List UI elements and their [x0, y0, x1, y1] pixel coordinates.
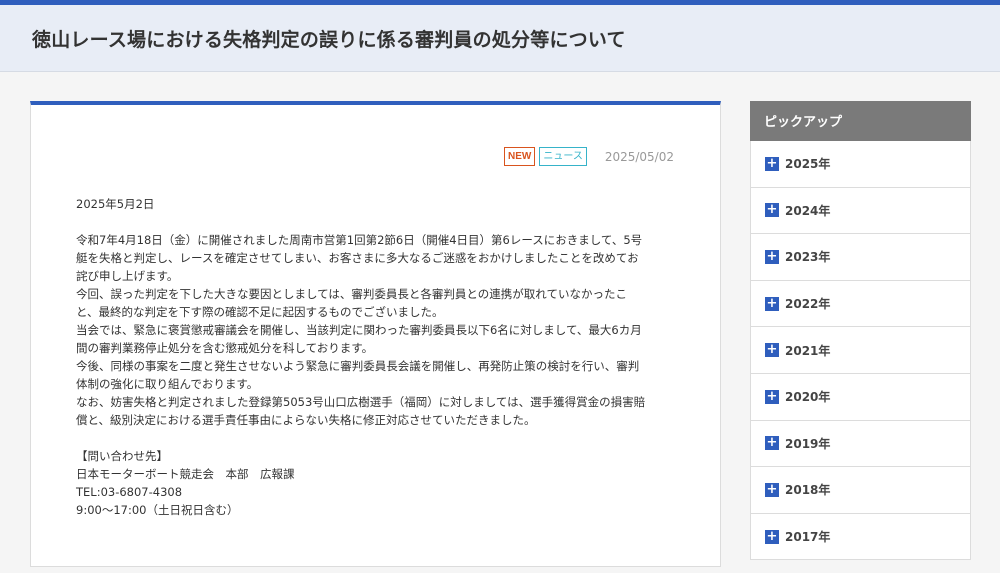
- sidebar-year-2023[interactable]: +2023年: [750, 234, 971, 281]
- plus-icon: +: [765, 248, 779, 264]
- sidebar-heading: ピックアップ: [750, 101, 971, 141]
- sidebar-year-2022[interactable]: +2022年: [750, 280, 971, 328]
- plus-icon: +: [765, 435, 779, 451]
- body-line: 今回、誤った判定を下した大きな要因としましては、審判委員長と各審判員との連携が取…: [76, 287, 627, 301]
- year-label: 2024年: [785, 203, 831, 218]
- body-line: 艇を失格と判定し、レースを確定させてしまい、お客さまに多大なるご迷惑をおかけしま…: [76, 251, 639, 265]
- new-badge: NEW: [503, 147, 536, 166]
- contact-phone: TEL:03-6807-4308: [76, 485, 183, 499]
- year-label: 2021年: [785, 343, 831, 358]
- contact-hours: 9:00～17:00（土日祝日含む）: [76, 503, 239, 517]
- plus-icon: +: [765, 388, 779, 404]
- year-label: 2020年: [785, 390, 831, 405]
- body-line: 体制の強化に取り組んでおります。: [76, 377, 259, 391]
- pickup-sidebar: ピックアップ +2025年 +2024年 +2023年 +2022年 +2021…: [750, 101, 971, 561]
- contact-org: 日本モーターボート競走会 本部 広報課: [76, 467, 295, 481]
- year-label: 2017年: [785, 530, 831, 545]
- sidebar-year-2020[interactable]: +2020年: [750, 373, 971, 421]
- body-line: 今後、同様の事案を二度と発生させないよう緊急に審判委員長会議を開催し、再発防止策…: [76, 359, 640, 373]
- sidebar-year-2018[interactable]: +2018年: [750, 467, 971, 514]
- article-meta: NEW ニュース 2025/05/02: [503, 147, 674, 166]
- sidebar-year-2019[interactable]: +2019年: [750, 420, 971, 468]
- category-badge[interactable]: ニュース: [539, 147, 587, 166]
- plus-icon: +: [765, 481, 779, 497]
- year-label: 2019年: [785, 436, 831, 451]
- body-line: なお、妨害失格と判定されました登録第5053号山口広樹選手（福岡）に対しましては…: [76, 395, 646, 409]
- plus-icon: +: [765, 342, 779, 358]
- page-title: 徳山レース場における失格判定の誤りに係る審判員の処分等について: [32, 29, 626, 51]
- plus-icon: +: [765, 202, 779, 218]
- year-label: 2025年: [785, 157, 831, 172]
- plus-icon: +: [765, 295, 779, 311]
- body-line: 間の審判業務停止処分を含む懲戒処分を科しております。: [76, 341, 374, 355]
- year-label: 2018年: [785, 483, 831, 498]
- plus-icon: +: [765, 528, 779, 544]
- body-line: 2025年5月2日: [76, 197, 155, 211]
- article-date: 2025/05/02: [604, 149, 674, 164]
- sidebar-year-2025[interactable]: +2025年: [750, 141, 971, 188]
- page-header: 徳山レース場における失格判定の誤りに係る審判員の処分等について: [0, 5, 1000, 72]
- sidebar-year-2021[interactable]: +2021年: [750, 327, 971, 374]
- body-line: と、最終的な判定を下す際の確認不足に起因するものでございました。: [76, 305, 444, 319]
- article-body: 2025年5月2日 令和7年4月18日（金）に開催されました周南市営第1回第2節…: [76, 195, 681, 519]
- body-line: 償と、級別決定における選手責任事由によらない失格に修正対応させていただきました。: [76, 413, 536, 427]
- body-line: 当会では、緊急に褒賞懲戒審議会を開催し、当該判定に関わった審判委員長以下6名に対…: [76, 323, 642, 337]
- year-label: 2022年: [785, 297, 831, 312]
- body-line: 詫び申し上げます。: [76, 269, 179, 283]
- plus-icon: +: [765, 155, 779, 171]
- sidebar-year-2024[interactable]: +2024年: [750, 187, 971, 235]
- article-card: NEW ニュース 2025/05/02 2025年5月2日 令和7年4月18日（…: [30, 101, 721, 567]
- sidebar-year-2017[interactable]: +2017年: [750, 513, 971, 561]
- year-label: 2023年: [785, 250, 831, 265]
- contact-heading: 【問い合わせ先】: [76, 449, 168, 463]
- body-line: 令和7年4月18日（金）に開催されました周南市営第1回第2節6日（開催4日目）第…: [76, 233, 643, 247]
